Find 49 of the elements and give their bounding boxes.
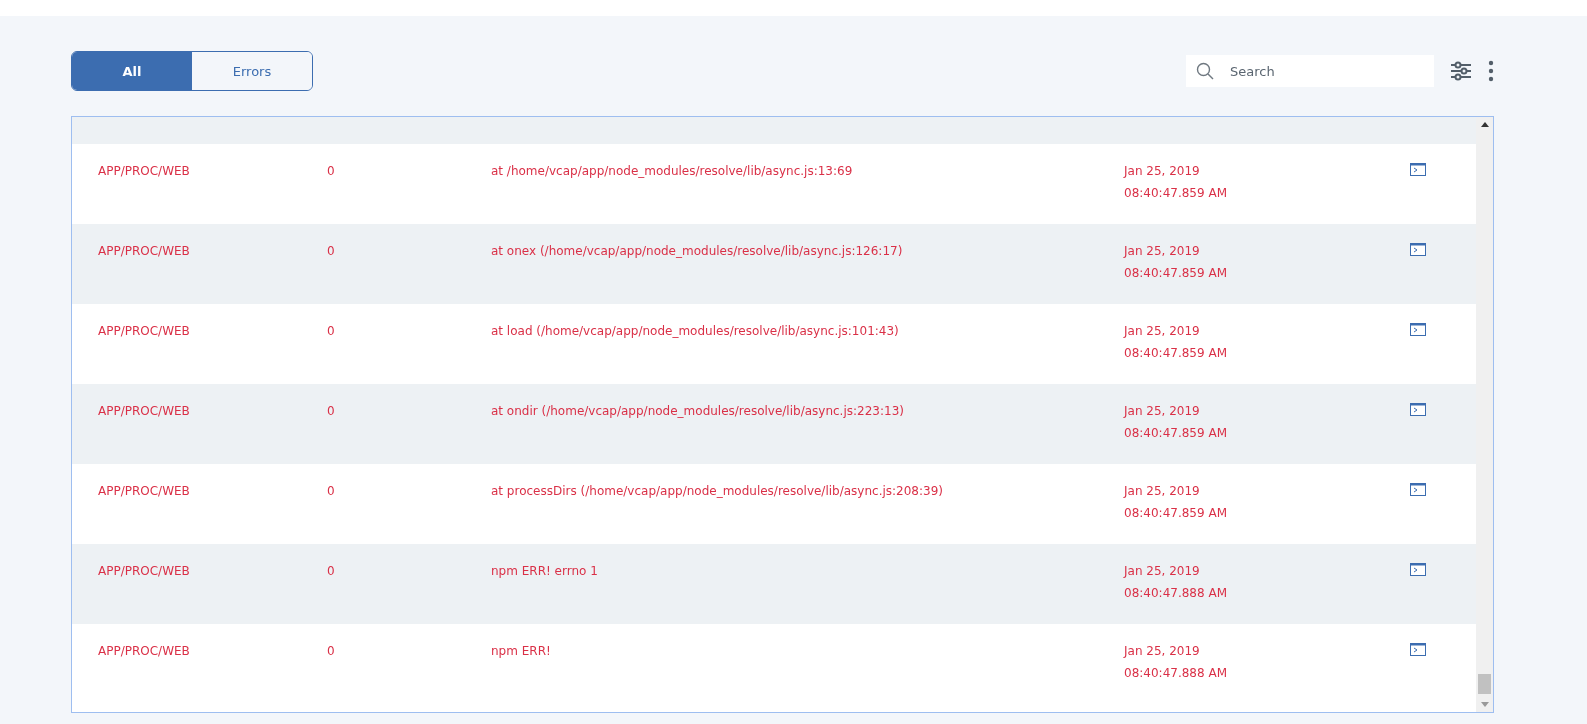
instance-cell-text: 0 [327,644,336,658]
source-cell-text: APP/PROC/WEB [97,244,191,258]
message-cell-text: npm ERR! [491,644,552,658]
terminal-icon[interactable] [1410,483,1426,496]
source-cell-text: APP/PROC/WEB [97,564,191,578]
source-cell-text: APP/PROC/WEB [97,484,191,498]
time-text: 08:40:47.888 AM [1124,586,1228,600]
scroll-up-icon[interactable] [1480,122,1489,127]
date-text: Jan 25, 2019 [1124,404,1201,418]
time-text: 08:40:47.888 AM [1124,666,1228,680]
source-cell-text: APP/PROC/WEB [97,404,191,418]
date-text: Jan 25, 2019 [1124,244,1201,258]
message-cell-text: at processDirs (/home/vcap/app/node_modules/resolve/lib/async.js:208:39) [491,484,944,498]
instance-cell-text: 0 [327,244,336,258]
terminal-icon[interactable] [1410,563,1426,576]
overflow-menu-icon[interactable] [1488,60,1494,82]
time-text: 08:40:47.859 AM [1124,346,1228,360]
date-text: Jan 25, 2019 [1124,644,1201,658]
time-text: 08:40:47.859 AM [1124,186,1228,200]
search-field[interactable]: Search [1186,55,1434,87]
time-text: 08:40:47.859 AM [1124,506,1228,520]
instance-cell-text: 0 [327,404,336,418]
date-text: Jan 25, 2019 [1124,484,1201,498]
terminal-icon[interactable] [1410,643,1426,656]
date-text: Jan 25, 2019 [1124,564,1201,578]
instance-cell-text: 0 [327,484,336,498]
source-cell-text: APP/PROC/WEB [97,644,191,658]
message-cell-text: at onex (/home/vcap/app/node_modules/resolve/lib/async.js:126:17) [491,244,904,258]
terminal-icon[interactable] [1410,243,1426,256]
instance-cell-text: 0 [327,164,336,178]
date-text: Jan 25, 2019 [1124,164,1201,178]
message-cell-text: at ondir (/home/vcap/app/node_modules/resolve/lib/async.js:223:13) [491,404,905,418]
instance-cell-text: 0 [327,324,336,338]
time-text: 08:40:47.859 AM [1124,266,1228,280]
terminal-icon[interactable] [1410,403,1426,416]
scrollbar[interactable] [1476,117,1493,712]
message-cell-text: at load (/home/vcap/app/node_modules/resolve/lib/async.js:101:43) [491,324,900,338]
message-cell-text: at /home/vcap/app/node_modules/resolve/lib/async.js:13:69 [491,164,854,178]
source-cell-text: APP/PROC/WEB [97,164,191,178]
terminal-icon[interactable] [1410,323,1426,336]
filter-tab[interactable]: All [72,52,192,90]
terminal-icon[interactable] [1410,163,1426,176]
settings-icon[interactable] [1450,61,1472,81]
instance-cell-text: 0 [327,564,336,578]
date-text: Jan 25, 2019 [1124,324,1201,338]
time-text: 08:40:47.859 AM [1124,426,1228,440]
scroll-thumb[interactable] [1478,674,1491,694]
message-cell-text: npm ERR! errno 1 [491,564,599,578]
source-cell-text: APP/PROC/WEB [97,324,191,338]
